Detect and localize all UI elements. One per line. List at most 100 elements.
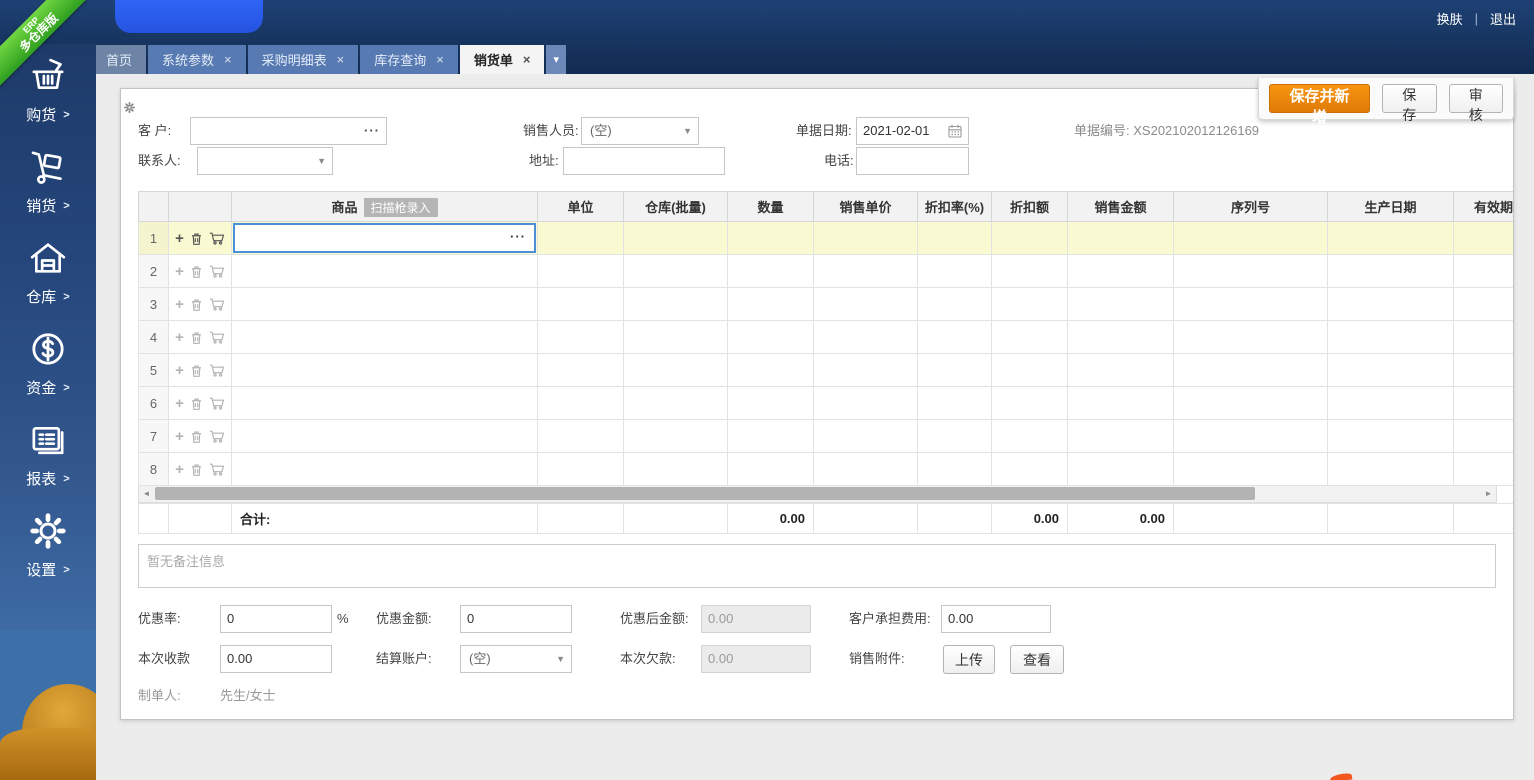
sidebar-item-settings[interactable]: 设置> xyxy=(0,511,96,602)
save-button[interactable]: 保存 xyxy=(1382,84,1437,113)
session-divider: | xyxy=(1475,11,1478,26)
upload-button[interactable]: 上传 xyxy=(943,645,995,674)
add-row-icon[interactable]: + xyxy=(175,430,184,444)
tab-home[interactable]: 首页 xyxy=(92,45,146,74)
add-row-icon[interactable]: + xyxy=(175,232,184,246)
sales-order-form: 客 户: ··· 销售人员: (空) ▼ 单据日期: 2021-02-01 单据… xyxy=(120,88,1514,720)
sidebar-item-sales[interactable]: 销货> xyxy=(0,147,96,238)
scrollbar-thumb[interactable] xyxy=(155,487,1255,500)
customer-lookup-button[interactable]: ··· xyxy=(364,118,380,144)
delete-row-icon[interactable] xyxy=(190,430,203,444)
add-row-icon[interactable]: + xyxy=(175,265,184,279)
col-sales-amount: 销售金额 xyxy=(1068,192,1174,222)
discount-amount-input[interactable]: 0 xyxy=(460,605,572,633)
cart-icon[interactable] xyxy=(209,331,225,344)
sidebar-item-reports[interactable]: 报表> xyxy=(0,420,96,511)
app-logo xyxy=(115,0,263,33)
sidebar-item-warehouse[interactable]: 仓库> xyxy=(0,238,96,329)
row-number: 4 xyxy=(139,321,169,354)
panel-settings-gear-icon[interactable] xyxy=(124,102,135,113)
received-input[interactable]: 0.00 xyxy=(220,645,332,673)
close-icon[interactable]: × xyxy=(436,52,444,67)
calendar-icon[interactable] xyxy=(948,124,962,138)
add-row-icon[interactable]: + xyxy=(175,397,184,411)
tab-stock-query[interactable]: 库存查询 × xyxy=(360,45,458,74)
contact-select[interactable]: ▼ xyxy=(197,147,333,175)
cart-icon[interactable] xyxy=(209,232,225,245)
product-input[interactable]: ··· xyxy=(233,223,536,253)
customer-input[interactable]: ··· xyxy=(190,117,387,145)
tab-overflow-button[interactable]: ▾ xyxy=(546,45,566,74)
cart-icon[interactable] xyxy=(209,265,225,278)
close-icon[interactable]: × xyxy=(337,52,345,67)
address-input[interactable] xyxy=(563,147,725,175)
customer-fee-input[interactable]: 0.00 xyxy=(941,605,1051,633)
cart-icon[interactable] xyxy=(209,463,225,476)
tab-purchase-detail[interactable]: 采购明细表 × xyxy=(248,45,359,74)
remark-textarea[interactable] xyxy=(138,544,1496,588)
doc-date-input[interactable]: 2021-02-01 xyxy=(856,117,969,145)
phone-input[interactable] xyxy=(856,147,969,175)
scan-gun-badge[interactable]: 扫描枪录入 xyxy=(364,198,438,217)
delete-row-icon[interactable] xyxy=(190,298,203,312)
trolley-icon xyxy=(28,147,68,187)
row-number: 7 xyxy=(139,420,169,453)
bottom-logo-fragment xyxy=(1330,773,1353,780)
add-row-icon[interactable]: + xyxy=(175,331,184,345)
view-button[interactable]: 查看 xyxy=(1010,645,1064,674)
delete-row-icon[interactable] xyxy=(190,364,203,378)
logout-link[interactable]: 退出 xyxy=(1490,9,1516,28)
grid-header-row: 商品扫描枪录入 单位 仓库(批量) 数量 销售单价 折扣率(%) 折扣额 销售金… xyxy=(139,192,1514,222)
col-unit-price: 销售单价 xyxy=(814,192,918,222)
product-lookup-button[interactable]: ··· xyxy=(510,229,526,244)
tab-system-params[interactable]: 系统参数 × xyxy=(148,45,246,74)
action-toolbar: 保存并新增 保存 审核 xyxy=(1258,78,1514,120)
chevron-right-icon: > xyxy=(63,200,69,212)
salesperson-label: 销售人员: xyxy=(523,117,579,145)
delete-row-icon[interactable] xyxy=(190,232,203,246)
report-icon xyxy=(28,420,68,460)
basket-icon xyxy=(28,56,68,96)
cart-icon[interactable] xyxy=(209,397,225,410)
account-label: 结算账户: xyxy=(376,645,432,673)
tab-strip: 首页 系统参数 × 采购明细表 × 库存查询 × 销货单 × ▾ xyxy=(92,45,566,74)
product-cell[interactable]: ··· xyxy=(232,222,538,255)
tab-sales-order[interactable]: 销货单 × xyxy=(460,45,545,74)
discount-amount-label: 优惠金额: xyxy=(376,605,432,633)
row-number: 5 xyxy=(139,354,169,387)
add-row-icon[interactable]: + xyxy=(175,463,184,477)
scroll-left-arrow[interactable]: ◄ xyxy=(139,486,154,501)
row-number: 3 xyxy=(139,288,169,321)
salesperson-select[interactable]: (空) ▼ xyxy=(581,117,699,145)
delete-row-icon[interactable] xyxy=(190,397,203,411)
sidebar-photo xyxy=(0,630,96,780)
session-menu: 换肤 | 退出 xyxy=(1437,9,1516,28)
cart-icon[interactable] xyxy=(209,430,225,443)
row-number: 2 xyxy=(139,255,169,288)
doc-date-label: 单据日期: xyxy=(796,117,852,145)
total-quantity: 0.00 xyxy=(728,504,814,534)
audit-button[interactable]: 审核 xyxy=(1449,84,1504,113)
add-row-icon[interactable]: + xyxy=(175,298,184,312)
col-discount-rate: 折扣率(%) xyxy=(918,192,992,222)
horizontal-scrollbar[interactable]: ◄ ► xyxy=(138,486,1497,503)
close-icon[interactable]: × xyxy=(224,52,232,67)
address-label: 地址: xyxy=(529,147,559,175)
money-icon xyxy=(28,329,68,369)
change-skin-link[interactable]: 换肤 xyxy=(1437,9,1463,28)
account-select[interactable]: (空) ▼ xyxy=(460,645,572,673)
phone-label: 电话: xyxy=(824,147,854,175)
col-warehouse: 仓库(批量) xyxy=(624,192,728,222)
scroll-right-arrow[interactable]: ► xyxy=(1481,486,1496,501)
sidebar-item-funds[interactable]: 资金> xyxy=(0,329,96,420)
add-row-icon[interactable]: + xyxy=(175,364,184,378)
delete-row-icon[interactable] xyxy=(190,265,203,279)
save-and-new-button[interactable]: 保存并新增 xyxy=(1269,84,1370,113)
discount-rate-input[interactable]: 0 xyxy=(220,605,332,633)
cart-icon[interactable] xyxy=(209,298,225,311)
delete-row-icon[interactable] xyxy=(190,463,203,477)
delete-row-icon[interactable] xyxy=(190,331,203,345)
cart-icon[interactable] xyxy=(209,364,225,377)
close-icon[interactable]: × xyxy=(523,52,531,67)
total-amount: 0.00 xyxy=(1068,504,1174,534)
